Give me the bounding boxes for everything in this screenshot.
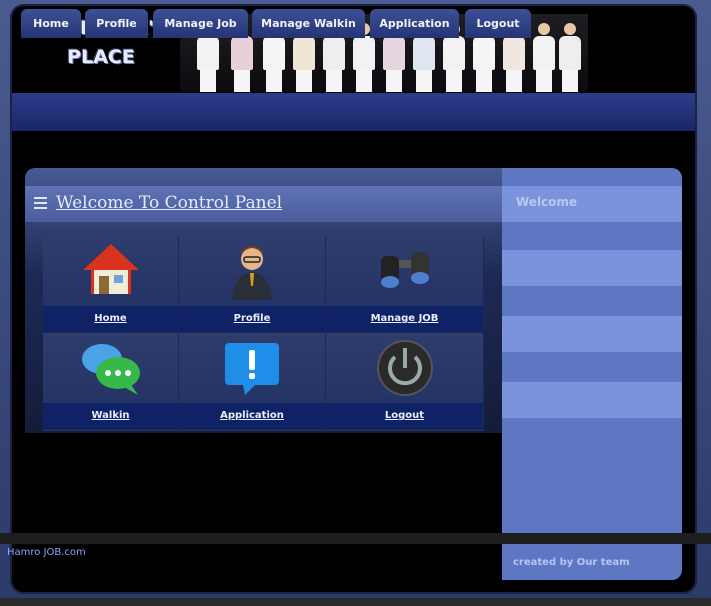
nav-manage-job[interactable]: Manage Job — [153, 9, 248, 38]
grid-cell-application[interactable]: Application — [179, 333, 326, 430]
sidebar-row — [502, 316, 682, 352]
person-icon — [228, 242, 276, 304]
grid-cell-logout[interactable]: Logout — [326, 333, 484, 430]
nav-profile[interactable]: Profile — [85, 9, 148, 38]
main-nav — [12, 93, 695, 131]
footer-divider — [0, 533, 711, 544]
sidebar-title: Welcome — [516, 195, 578, 209]
footer-credit: created by Our team — [513, 557, 630, 568]
binoculars-icon — [375, 242, 435, 296]
chat-bubbles-icon — [80, 339, 142, 401]
bottom-bar — [0, 598, 711, 606]
panel-title[interactable]: Welcome To Control Panel — [56, 193, 282, 213]
grid-cell-walkin[interactable]: Walkin — [43, 333, 179, 430]
house-icon — [81, 242, 141, 302]
menu-icon — [34, 197, 47, 209]
exclamation-bubble-icon — [223, 339, 281, 401]
grid-label-profile[interactable]: Profile — [179, 306, 325, 332]
grid-cell-home[interactable]: Home — [43, 236, 179, 333]
grid-cell-profile[interactable]: Profile — [179, 236, 326, 333]
power-icon — [376, 339, 434, 401]
banner-person — [532, 23, 556, 92]
grid-label-walkin[interactable]: Walkin — [43, 403, 178, 429]
grid-label-manage-job[interactable]: Manage JOB — [326, 306, 483, 332]
nav-home[interactable]: Home — [21, 9, 81, 38]
logo-line-2: PLACE — [67, 46, 135, 68]
sidebar-row — [502, 382, 682, 418]
nav-logout[interactable]: Logout — [465, 9, 531, 38]
sidebar — [502, 168, 682, 580]
sidebar-row — [502, 250, 682, 286]
grid-label-logout[interactable]: Logout — [326, 403, 483, 429]
grid-label-home[interactable]: Home — [43, 306, 178, 332]
nav-application[interactable]: Application — [370, 9, 459, 38]
nav-manage-walkin[interactable]: Manage Walkin — [252, 9, 365, 38]
grid-label-application[interactable]: Application — [179, 403, 325, 429]
footer-site-name: Hamro JOB.com — [7, 547, 86, 558]
banner-person — [558, 23, 582, 92]
grid-cell-manage-job[interactable]: Manage JOB — [326, 236, 484, 333]
